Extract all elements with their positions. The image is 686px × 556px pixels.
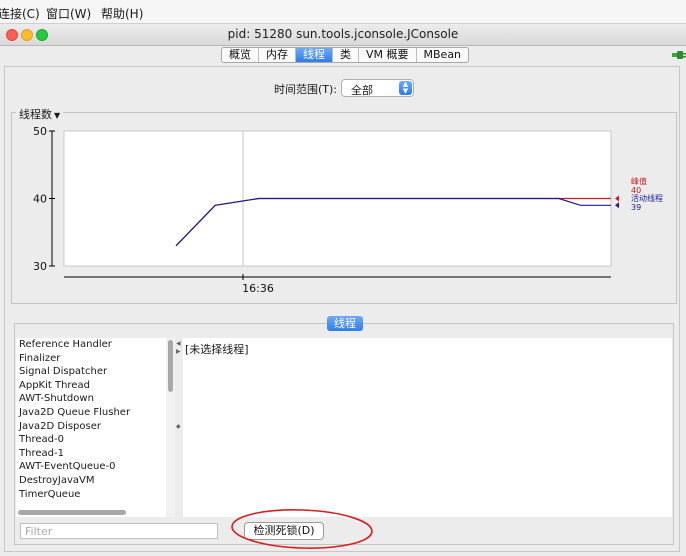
thread-count-chart: 30405016:36峰值40活动线程39 <box>33 125 663 295</box>
scrollbar-thumb[interactable] <box>168 340 173 392</box>
thread-list-item[interactable]: AWT-Shutdown <box>16 392 168 406</box>
thread-list-item[interactable]: Signal Dispatcher <box>16 365 168 379</box>
thread-detail-text: [未选择线程] <box>185 343 249 356</box>
thread-list-item[interactable]: Java2D Disposer <box>16 420 168 434</box>
thread-list-item[interactable]: AppKit Thread <box>16 379 168 393</box>
chart-y-tick-label: 50 <box>33 125 47 138</box>
jconsole-window: 连接(C) 窗口(W) 帮助(H) pid: 51280 sun.tools.j… <box>0 0 686 556</box>
drag-handle-icon[interactable]: ◆ <box>176 423 181 430</box>
thread-detail-pane: [未选择线程] <box>183 338 672 517</box>
legend-live-value: 39 <box>631 203 641 212</box>
legend-peak-name: 峰值 <box>631 176 647 186</box>
chart-y-tick-label: 30 <box>33 260 47 273</box>
thread-list-item[interactable]: Finalizer <box>16 352 168 366</box>
expand-right-icon[interactable]: ▶ <box>176 348 181 355</box>
thread-list[interactable]: Reference Handler Finalizer Signal Dispatc… <box>16 338 168 517</box>
detect-deadlock-button[interactable]: 检测死锁(D) <box>244 522 324 540</box>
thread-list-item[interactable]: AWT-EventQueue-0 <box>16 460 168 474</box>
collapse-left-icon[interactable]: ◀ <box>176 340 181 347</box>
scrollbar-thumb[interactable] <box>18 510 126 515</box>
peak-marker-icon <box>615 195 619 202</box>
thread-list-item[interactable]: Thread-0 <box>16 433 168 447</box>
thread-list-item[interactable]: Thread-1 <box>16 447 168 461</box>
thread-list-item[interactable]: DestroyJavaVM <box>16 474 168 488</box>
threads-section-label: 线程 <box>327 316 363 331</box>
legend-live-name: 活动线程 <box>631 193 663 203</box>
thread-list-item[interactable]: Reference Handler <box>16 338 168 352</box>
live-marker-icon <box>615 202 619 209</box>
chart-y-tick-label: 40 <box>33 193 47 206</box>
thread-filter-input[interactable] <box>20 523 218 539</box>
thread-list-item[interactable]: Java2D Queue Flusher <box>16 406 168 420</box>
thread-list-horizontal-scrollbar[interactable] <box>16 508 166 517</box>
thread-list-vertical-scrollbar[interactable] <box>166 338 175 517</box>
split-pane-divider[interactable]: ◀ ▶ ◆ <box>175 338 183 517</box>
thread-list-item[interactable]: TimerQueue <box>16 488 168 502</box>
chart-x-tick-label: 16:36 <box>242 282 274 295</box>
